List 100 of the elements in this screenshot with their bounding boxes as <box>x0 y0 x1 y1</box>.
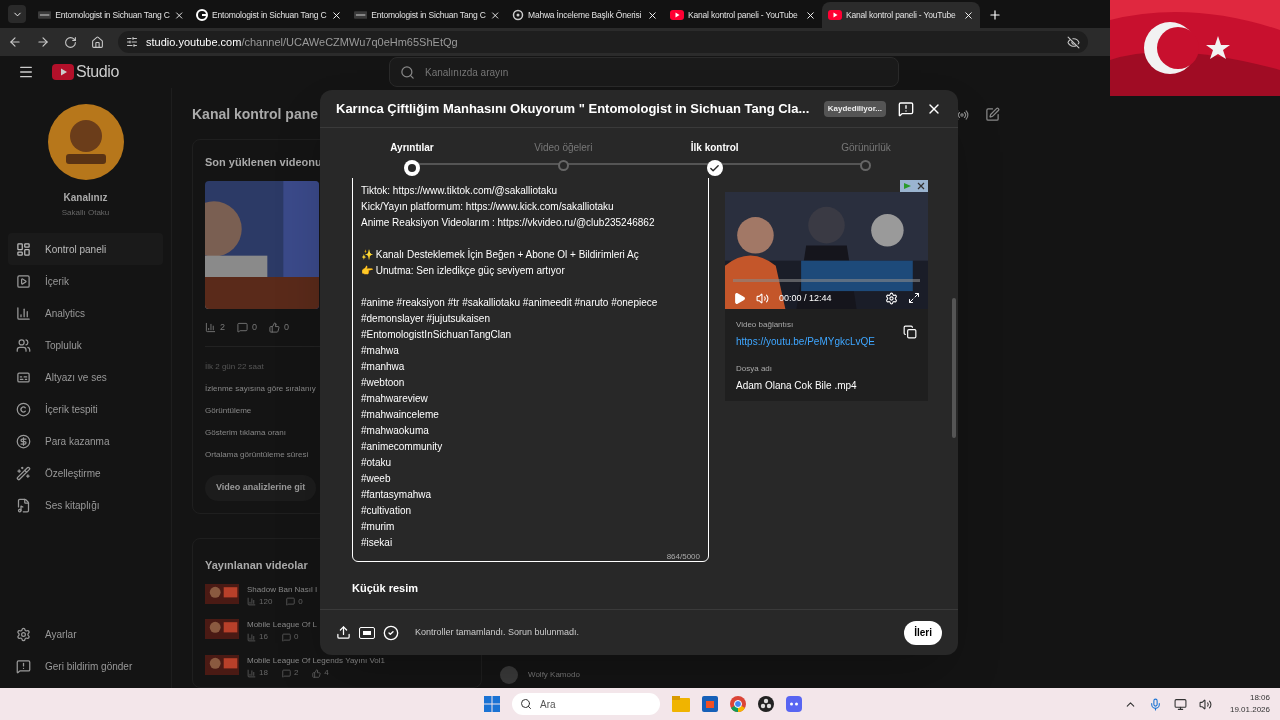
bar-chart-icon <box>247 632 256 642</box>
thumbs-up-icon <box>312 668 322 678</box>
feedback-icon <box>16 658 31 674</box>
dollar-icon <box>16 433 31 449</box>
description-line: #fantasymahwa <box>361 488 433 502</box>
comments-count: 0 <box>293 631 299 644</box>
nav-item[interactable]: Özelleştirme <box>8 457 163 489</box>
magic-wand-icon <box>16 465 31 481</box>
progress-track[interactable] <box>733 278 920 282</box>
description-line: #cultivation <box>361 504 413 518</box>
scrollbar-thumb[interactable] <box>952 298 956 438</box>
description-field[interactable] <box>352 178 709 562</box>
status-text: Kontroller tamamlandı. Sorun bulunmadı. <box>415 625 580 639</box>
play-icon[interactable] <box>733 291 746 305</box>
feedback-icon[interactable] <box>898 100 914 117</box>
play-logo-icon <box>52 64 74 80</box>
taskbar-search-field[interactable]: Ara <box>512 693 660 715</box>
comment-author: Wolfy Kamodo <box>528 669 580 681</box>
forward-icon[interactable] <box>36 35 50 49</box>
nav-item[interactable]: Kontrol paneli <box>8 233 163 265</box>
tab-title: Entomologist in Sichuan Tang C <box>212 8 327 22</box>
nav-item[interactable]: Analytics <box>8 297 163 329</box>
subtitles-icon <box>16 369 31 385</box>
description-line: #mahwareview <box>361 392 429 406</box>
comments-count: 2 <box>293 667 299 680</box>
google-icon <box>196 9 208 21</box>
video-link[interactable]: https://youtu.be/PeMYgkcLvQE <box>736 334 903 349</box>
close-icon[interactable] <box>489 9 500 21</box>
file-label: Dosya adı <box>736 363 774 375</box>
bar-chart-icon <box>247 597 256 606</box>
discord-icon[interactable] <box>786 696 802 712</box>
stepper-step[interactable]: İlk kontrol <box>672 128 757 178</box>
description-line: #manhwa <box>361 360 406 374</box>
copy-icon[interactable] <box>903 325 917 339</box>
close-icon[interactable] <box>173 9 184 21</box>
volume-icon[interactable] <box>756 291 769 305</box>
settings-icon[interactable] <box>885 291 898 305</box>
upload-icon <box>336 625 351 640</box>
tab-list-button[interactable] <box>8 5 26 23</box>
stat-value: 2 <box>220 320 225 334</box>
bar-chart-icon <box>247 668 256 678</box>
video-title[interactable]: Mobile League Of Legends Yayını Vol1 <box>247 655 386 668</box>
browser-tab[interactable]: Entomologist in Sichuan Tang C <box>32 2 190 28</box>
description-line: #isekai <box>361 536 394 550</box>
live-icon[interactable] <box>955 107 969 122</box>
next-button[interactable]: İleri <box>904 620 942 645</box>
search-icon <box>520 698 532 710</box>
description-line: #webtoon <box>361 376 406 390</box>
menu-icon[interactable] <box>18 64 34 80</box>
stepper-step[interactable]: Ayrıntılar <box>370 128 454 178</box>
clock-time[interactable]: 18:06 <box>1249 692 1270 704</box>
close-icon[interactable] <box>331 9 342 21</box>
site-favicon-icon <box>38 11 52 19</box>
site-settings-icon[interactable] <box>126 36 138 48</box>
eye-off-icon[interactable] <box>1067 35 1080 49</box>
analytics-button[interactable]: Video analizlerine git <box>205 475 317 501</box>
nav-item[interactable]: Ses kitaplığı <box>8 489 163 521</box>
windows-start-icon[interactable] <box>484 696 500 712</box>
channel-avatar[interactable] <box>47 104 124 180</box>
search-field[interactable]: Kanalınızda arayın <box>388 57 899 87</box>
nav-item[interactable]: Geri bildirim gönder <box>8 650 163 682</box>
network-icon[interactable] <box>1173 697 1187 711</box>
video-title[interactable]: Mobile League Of L <box>247 619 317 632</box>
browser-tab[interactable]: Entomologist in Sichuan Tang C <box>190 2 348 28</box>
clock-date[interactable]: 19.01.2026 <box>1229 704 1270 716</box>
back-icon[interactable] <box>8 35 22 49</box>
close-icon[interactable] <box>647 9 658 21</box>
address-field[interactable]: studio.youtube.com/channel/UCAWeCZMWu7q0eHm65ShEtQg <box>118 31 1088 53</box>
nav-item[interactable]: Topluluk <box>8 329 163 361</box>
nav-item[interactable]: İçerik <box>8 265 163 297</box>
metric-label: İzlenme sayısına göre sıralanıy <box>205 383 316 395</box>
nav-item[interactable]: Para kazanma <box>8 425 163 457</box>
close-icon[interactable] <box>805 9 816 21</box>
ad-choices-icon[interactable] <box>900 180 928 192</box>
home-icon[interactable] <box>91 35 104 49</box>
obs-icon[interactable] <box>758 696 774 712</box>
browser-tab[interactable]: Entomologist in Sichuan Tang C <box>348 2 506 28</box>
nav-item[interactable]: Altyazı ve ses <box>8 361 163 393</box>
edit-icon[interactable] <box>985 107 1000 122</box>
youtube-icon <box>670 10 684 20</box>
views-count: 120 <box>259 595 273 608</box>
reload-icon[interactable] <box>64 35 77 49</box>
studio-logo[interactable]: Studio <box>52 60 119 84</box>
browser-tab[interactable]: Kanal kontrol paneli - YouTube <box>822 2 980 28</box>
chrome-icon[interactable] <box>730 696 746 712</box>
copyright-icon <box>16 401 31 417</box>
browser-tab[interactable]: Mahwa İnceleme Başlık Önerisi <box>506 2 664 28</box>
fullscreen-icon[interactable] <box>908 292 920 305</box>
card-title: Son yüklenen videonu <box>205 155 323 170</box>
browser-tab[interactable]: Kanal kontrol paneli - YouTube <box>664 2 822 28</box>
close-icon[interactable] <box>963 9 974 21</box>
channel-name: Sakallı Otaku <box>61 207 110 219</box>
new-tab-icon[interactable] <box>988 8 1002 22</box>
views-count: 16 <box>259 631 268 644</box>
nav-item[interactable]: Ayarlar <box>8 618 163 650</box>
volume-icon[interactable] <box>1198 697 1212 711</box>
nav-item[interactable]: İçerik tespiti <box>8 393 163 425</box>
microphone-icon[interactable] <box>1148 697 1162 711</box>
check-circle-icon <box>383 624 399 641</box>
description-line: #EntomologistInSichuanTangClan <box>361 328 513 342</box>
